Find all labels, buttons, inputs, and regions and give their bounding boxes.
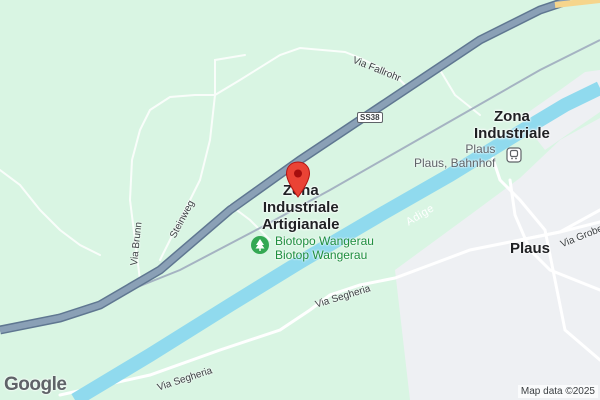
park-tree-icon[interactable] bbox=[250, 235, 270, 255]
location-pin-icon[interactable] bbox=[285, 161, 311, 199]
biotope-label[interactable]: Biotopo Wangerau Biotop Wangerau bbox=[275, 234, 374, 262]
biotope-label-de: Biotop Wangerau bbox=[275, 248, 368, 262]
place-label-line: Artigianale bbox=[262, 216, 340, 233]
station-label-line2: Plaus, Bahnhof bbox=[414, 156, 496, 170]
google-logo[interactable]: Google bbox=[4, 374, 67, 396]
highway-shield-ss38: SS38 bbox=[357, 112, 383, 123]
station-label-line1: Plaus bbox=[465, 142, 496, 156]
place-label-zona-industriale[interactable]: Zona Industriale bbox=[474, 108, 550, 142]
place-label-line: Industriale bbox=[262, 199, 339, 216]
place-label-line: Zona bbox=[494, 108, 530, 125]
station-poi-plaus[interactable]: Plaus Plaus, Bahnhof bbox=[414, 142, 495, 170]
place-label-line: Industriale bbox=[474, 125, 550, 142]
map-attribution: Map data ©2025 bbox=[517, 385, 598, 398]
biotope-label-it: Biotopo Wangerau bbox=[275, 234, 374, 248]
train-station-icon[interactable] bbox=[506, 147, 522, 163]
map-canvas[interactable]: SS38 Via Fallrohr Steinweg Via Brunn Via… bbox=[0, 0, 600, 400]
place-label-plaus[interactable]: Plaus bbox=[510, 240, 550, 257]
